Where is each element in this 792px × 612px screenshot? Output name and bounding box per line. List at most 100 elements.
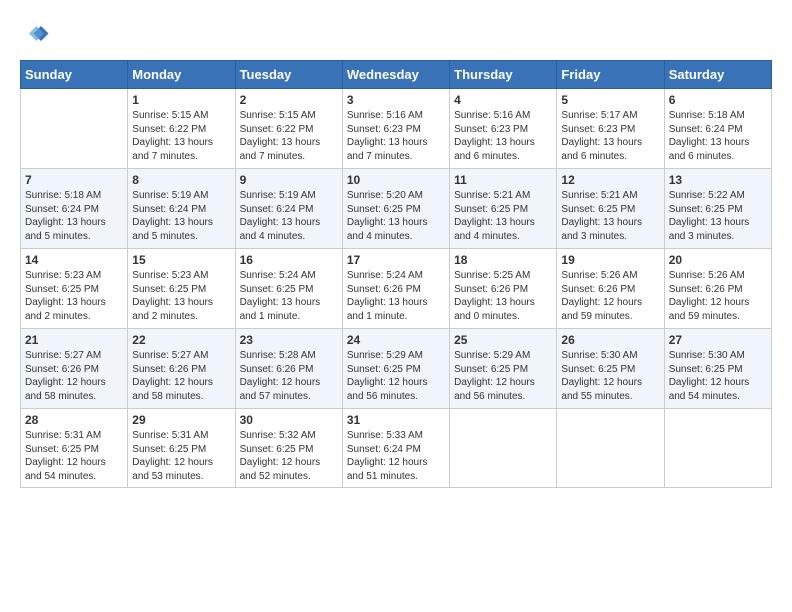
cell-content: Sunrise: 5:18 AM Sunset: 6:24 PM Dayligh… xyxy=(25,189,123,243)
logo-icon xyxy=(20,20,50,50)
cell-content: Sunrise: 5:15 AM Sunset: 6:22 PM Dayligh… xyxy=(132,109,230,163)
day-number: 13 xyxy=(669,173,767,187)
day-number: 1 xyxy=(132,93,230,107)
day-number: 16 xyxy=(240,253,338,267)
calendar-cell: 24 Sunrise: 5:29 AM Sunset: 6:25 PM Dayli… xyxy=(342,329,449,409)
day-number: 12 xyxy=(561,173,659,187)
calendar-cell xyxy=(450,409,557,488)
cell-content: Sunrise: 5:25 AM Sunset: 6:26 PM Dayligh… xyxy=(454,269,552,323)
cell-content: Sunrise: 5:19 AM Sunset: 6:24 PM Dayligh… xyxy=(240,189,338,243)
day-number: 27 xyxy=(669,333,767,347)
calendar-cell: 15 Sunrise: 5:23 AM Sunset: 6:25 PM Dayli… xyxy=(128,249,235,329)
calendar-cell: 8 Sunrise: 5:19 AM Sunset: 6:24 PM Daylig… xyxy=(128,169,235,249)
cell-content: Sunrise: 5:23 AM Sunset: 6:25 PM Dayligh… xyxy=(132,269,230,323)
day-number: 11 xyxy=(454,173,552,187)
calendar-header: SundayMondayTuesdayWednesdayThursdayFrid… xyxy=(21,61,772,89)
calendar-cell xyxy=(21,89,128,169)
day-number: 31 xyxy=(347,413,445,427)
calendar-cell: 26 Sunrise: 5:30 AM Sunset: 6:25 PM Dayli… xyxy=(557,329,664,409)
calendar-cell: 2Sunrise: 5:15 AM Sunset: 6:22 PM Daylig… xyxy=(235,89,342,169)
cell-content: Sunrise: 5:27 AM Sunset: 6:26 PM Dayligh… xyxy=(25,349,123,403)
calendar-cell: 31 Sunrise: 5:33 AM Sunset: 6:24 PM Dayli… xyxy=(342,409,449,488)
cell-content: Sunrise: 5:27 AM Sunset: 6:26 PM Dayligh… xyxy=(132,349,230,403)
day-number: 19 xyxy=(561,253,659,267)
calendar-cell: 1 Sunrise: 5:15 AM Sunset: 6:22 PM Daylig… xyxy=(128,89,235,169)
cell-content: Sunrise: 5:19 AM Sunset: 6:24 PM Dayligh… xyxy=(132,189,230,243)
calendar-cell: 7 Sunrise: 5:18 AM Sunset: 6:24 PM Daylig… xyxy=(21,169,128,249)
cell-content: Sunrise: 5:26 AM Sunset: 6:26 PM Dayligh… xyxy=(669,269,767,323)
cell-content: Sunrise: 5:21 AM Sunset: 6:25 PM Dayligh… xyxy=(561,189,659,243)
day-header-wednesday: Wednesday xyxy=(342,61,449,89)
cell-content: Sunrise: 5:29 AM Sunset: 6:25 PM Dayligh… xyxy=(347,349,445,403)
day-number: 22 xyxy=(132,333,230,347)
cell-content: Sunrise: 5:33 AM Sunset: 6:24 PM Dayligh… xyxy=(347,429,445,483)
calendar-cell: 13 Sunrise: 5:22 AM Sunset: 6:25 PM Dayli… xyxy=(664,169,771,249)
day-number: 26 xyxy=(561,333,659,347)
day-number: 30 xyxy=(240,413,338,427)
cell-content: Sunrise: 5:24 AM Sunset: 6:26 PM Dayligh… xyxy=(347,269,445,323)
day-number: 24 xyxy=(347,333,445,347)
day-number: 17 xyxy=(347,253,445,267)
day-number: 23 xyxy=(240,333,338,347)
cell-content: Sunrise: 5:17 AM Sunset: 6:23 PM Dayligh… xyxy=(561,109,659,163)
cell-content: Sunrise: 5:16 AM Sunset: 6:23 PM Dayligh… xyxy=(347,109,445,163)
calendar-cell: 6 Sunrise: 5:18 AM Sunset: 6:24 PM Daylig… xyxy=(664,89,771,169)
cell-content: Sunrise: 5:30 AM Sunset: 6:25 PM Dayligh… xyxy=(561,349,659,403)
day-number: 9 xyxy=(240,173,338,187)
cell-content: Sunrise: 5:21 AM Sunset: 6:25 PM Dayligh… xyxy=(454,189,552,243)
day-number: 29 xyxy=(132,413,230,427)
day-number: 25 xyxy=(454,333,552,347)
day-number: 28 xyxy=(25,413,123,427)
calendar-cell: 19 Sunrise: 5:26 AM Sunset: 6:26 PM Dayli… xyxy=(557,249,664,329)
calendar-cell: 10Sunrise: 5:20 AM Sunset: 6:25 PM Dayli… xyxy=(342,169,449,249)
cell-content: Sunrise: 5:31 AM Sunset: 6:25 PM Dayligh… xyxy=(132,429,230,483)
calendar-cell: 30 Sunrise: 5:32 AM Sunset: 6:25 PM Dayli… xyxy=(235,409,342,488)
day-number: 8 xyxy=(132,173,230,187)
calendar-cell: 14 Sunrise: 5:23 AM Sunset: 6:25 PM Dayli… xyxy=(21,249,128,329)
calendar-cell: 21 Sunrise: 5:27 AM Sunset: 6:26 PM Dayli… xyxy=(21,329,128,409)
day-number: 4 xyxy=(454,93,552,107)
cell-content: Sunrise: 5:32 AM Sunset: 6:25 PM Dayligh… xyxy=(240,429,338,483)
calendar-cell: 5 Sunrise: 5:17 AM Sunset: 6:23 PM Daylig… xyxy=(557,89,664,169)
calendar-cell: 23 Sunrise: 5:28 AM Sunset: 6:26 PM Dayli… xyxy=(235,329,342,409)
cell-content: Sunrise: 5:15 AM Sunset: 6:22 PM Dayligh… xyxy=(240,109,338,163)
day-number: 15 xyxy=(132,253,230,267)
cell-content: Sunrise: 5:26 AM Sunset: 6:26 PM Dayligh… xyxy=(561,269,659,323)
day-header-sunday: Sunday xyxy=(21,61,128,89)
calendar-cell: 20 Sunrise: 5:26 AM Sunset: 6:26 PM Dayli… xyxy=(664,249,771,329)
cell-content: Sunrise: 5:30 AM Sunset: 6:25 PM Dayligh… xyxy=(669,349,767,403)
calendar-cell: 29 Sunrise: 5:31 AM Sunset: 6:25 PM Dayli… xyxy=(128,409,235,488)
day-number: 3 xyxy=(347,93,445,107)
calendar-cell: 11 Sunrise: 5:21 AM Sunset: 6:25 PM Dayli… xyxy=(450,169,557,249)
day-number: 14 xyxy=(25,253,123,267)
calendar-cell: 4 Sunrise: 5:16 AM Sunset: 6:23 PM Daylig… xyxy=(450,89,557,169)
cell-content: Sunrise: 5:18 AM Sunset: 6:24 PM Dayligh… xyxy=(669,109,767,163)
calendar-cell xyxy=(664,409,771,488)
day-header-tuesday: Tuesday xyxy=(235,61,342,89)
calendar-cell: 18 Sunrise: 5:25 AM Sunset: 6:26 PM Dayli… xyxy=(450,249,557,329)
cell-content: Sunrise: 5:16 AM Sunset: 6:23 PM Dayligh… xyxy=(454,109,552,163)
calendar-cell: 28Sunrise: 5:31 AM Sunset: 6:25 PM Dayli… xyxy=(21,409,128,488)
day-number: 6 xyxy=(669,93,767,107)
cell-content: Sunrise: 5:24 AM Sunset: 6:25 PM Dayligh… xyxy=(240,269,338,323)
calendar-table: SundayMondayTuesdayWednesdayThursdayFrid… xyxy=(20,60,772,488)
logo xyxy=(20,20,54,50)
day-number: 7 xyxy=(25,173,123,187)
calendar-cell: 12 Sunrise: 5:21 AM Sunset: 6:25 PM Dayli… xyxy=(557,169,664,249)
calendar-cell: 16 Sunrise: 5:24 AM Sunset: 6:25 PM Dayli… xyxy=(235,249,342,329)
cell-content: Sunrise: 5:22 AM Sunset: 6:25 PM Dayligh… xyxy=(669,189,767,243)
calendar-cell: 27 Sunrise: 5:30 AM Sunset: 6:25 PM Dayli… xyxy=(664,329,771,409)
calendar-cell xyxy=(557,409,664,488)
day-number: 18 xyxy=(454,253,552,267)
day-header-saturday: Saturday xyxy=(664,61,771,89)
cell-content: Sunrise: 5:28 AM Sunset: 6:26 PM Dayligh… xyxy=(240,349,338,403)
calendar-body: 1 Sunrise: 5:15 AM Sunset: 6:22 PM Daylig… xyxy=(21,89,772,488)
calendar-cell: 22 Sunrise: 5:27 AM Sunset: 6:26 PM Dayli… xyxy=(128,329,235,409)
cell-content: Sunrise: 5:23 AM Sunset: 6:25 PM Dayligh… xyxy=(25,269,123,323)
calendar-cell: 3 Sunrise: 5:16 AM Sunset: 6:23 PM Daylig… xyxy=(342,89,449,169)
day-number: 21 xyxy=(25,333,123,347)
day-number: 5 xyxy=(561,93,659,107)
cell-content: Sunrise: 5:20 AM Sunset: 6:25 PM Dayligh… xyxy=(347,189,445,243)
calendar-cell: 25Sunrise: 5:29 AM Sunset: 6:25 PM Dayli… xyxy=(450,329,557,409)
day-number: 20 xyxy=(669,253,767,267)
